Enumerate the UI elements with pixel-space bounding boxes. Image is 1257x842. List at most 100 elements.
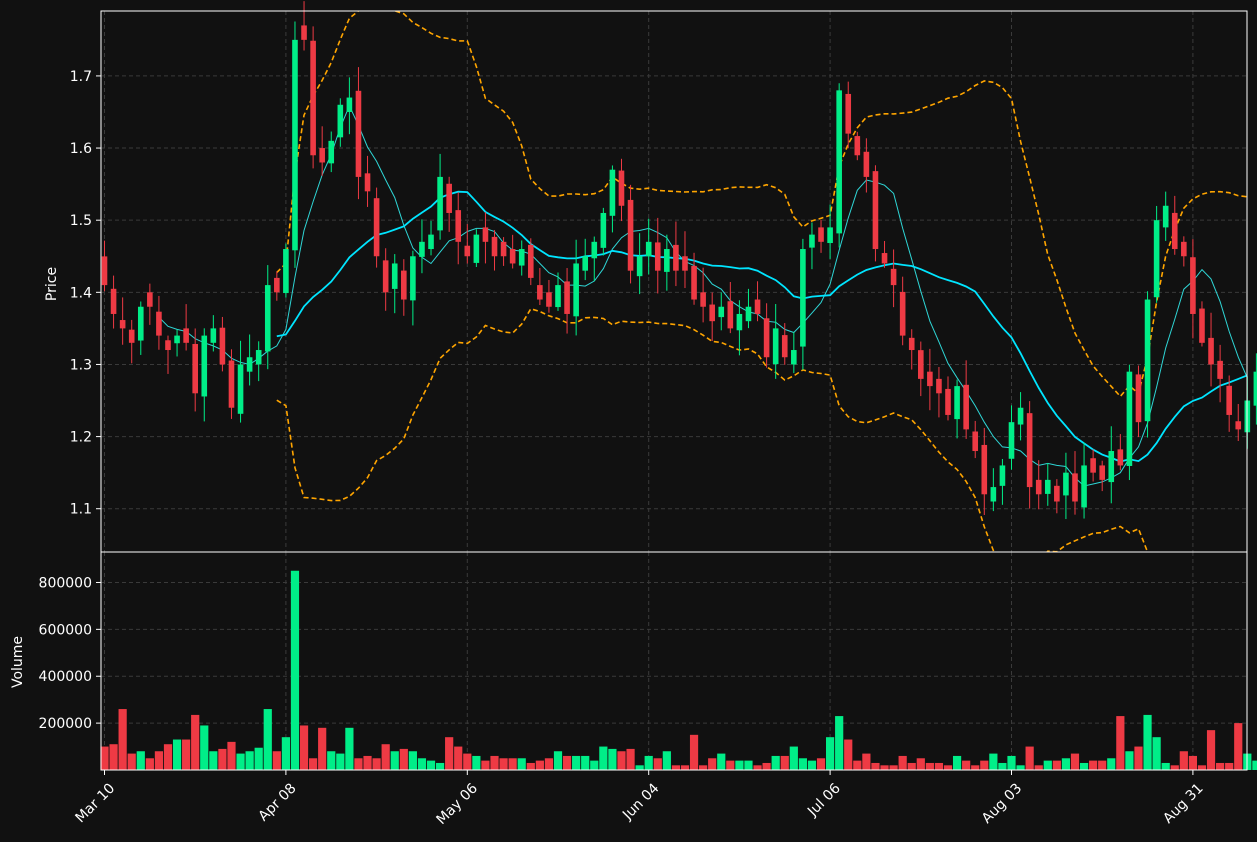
candle-body: [482, 227, 489, 242]
candle-body: [1162, 205, 1169, 228]
volume-bar: [1025, 746, 1034, 770]
volume-bar: [1152, 737, 1161, 770]
volume-bar: [336, 753, 345, 770]
candle-body: [564, 281, 570, 314]
candle-body: [1171, 212, 1178, 250]
candle-body: [636, 256, 643, 277]
volume-bar: [1170, 765, 1179, 770]
volume-bar: [408, 751, 417, 770]
candle-body: [301, 25, 307, 40]
candle-body: [274, 277, 280, 293]
volume-bar: [807, 760, 817, 770]
volume-bar: [1134, 746, 1143, 770]
volume-axis-label: Volume: [10, 636, 26, 688]
volume-bar: [1179, 751, 1188, 770]
volume-bar: [952, 755, 962, 770]
candle-body: [845, 93, 852, 134]
volume-bar: [934, 762, 944, 770]
volume-bar: [290, 570, 300, 770]
candle-body: [673, 244, 679, 271]
volume-bar: [871, 762, 880, 770]
volume-bar: [689, 734, 699, 770]
volume-bar: [417, 758, 427, 770]
candle-body: [446, 183, 452, 213]
candle-body: [800, 249, 806, 347]
volume-bar: [907, 762, 916, 770]
volume-bar: [717, 753, 726, 770]
volume-bar: [1079, 762, 1089, 770]
candle-body: [228, 360, 235, 408]
volume-bar: [708, 758, 717, 770]
volume-bar: [481, 760, 490, 770]
candle-body: [727, 301, 734, 329]
price-tick-label: 1.1: [70, 502, 92, 518]
candle-body: [128, 329, 135, 343]
candle-body: [1044, 479, 1051, 494]
candle-body: [1090, 458, 1096, 473]
candle-body: [464, 245, 471, 257]
volume-tick-label: 400000: [39, 669, 92, 685]
volume-bar: [318, 727, 327, 770]
volume-bar: [608, 748, 617, 770]
volume-bar: [263, 709, 272, 770]
volume-bar: [1043, 760, 1052, 770]
candle-body: [1035, 479, 1042, 495]
candle-body: [237, 364, 244, 414]
candle-body: [691, 265, 697, 300]
price-axis-label: Price: [44, 267, 60, 301]
volume-bar: [1116, 716, 1125, 770]
volume-bar: [399, 748, 408, 770]
volume-bar: [218, 748, 227, 770]
candle-body: [292, 39, 298, 251]
candle-body: [872, 171, 879, 250]
candle-body: [156, 311, 162, 336]
volume-bar: [1143, 714, 1152, 770]
volume-bar: [390, 751, 399, 770]
volume-tick-label: 200000: [39, 716, 92, 732]
volume-bar: [354, 758, 363, 770]
chart-background: [0, 0, 1257, 842]
candle-body: [863, 151, 870, 177]
volume-bar: [490, 755, 499, 770]
volume-bar: [989, 753, 998, 770]
volume-bar: [789, 746, 798, 770]
candle-body: [763, 318, 770, 358]
candle-body: [1153, 220, 1160, 298]
volume-bar: [309, 758, 318, 770]
candle-body: [791, 350, 797, 365]
price-tick-label: 1.3: [70, 357, 92, 373]
candle-body: [1199, 308, 1205, 343]
volume-bar: [281, 737, 290, 770]
volume-bar: [762, 762, 771, 770]
candle-body: [419, 241, 425, 257]
candle-body: [1253, 371, 1257, 406]
candle-body: [455, 210, 462, 242]
volume-bar: [100, 746, 109, 770]
candle-body: [772, 328, 779, 365]
volume-bar: [227, 741, 236, 770]
volume-bar: [236, 753, 245, 770]
candle-body: [664, 249, 670, 272]
candle-body: [346, 97, 353, 112]
candle-body: [1081, 465, 1087, 508]
volume-bar: [508, 758, 517, 770]
candle-body: [1126, 371, 1133, 466]
volume-bar: [172, 739, 182, 770]
volume-bar: [109, 744, 118, 770]
volume-bar: [581, 755, 590, 770]
volume-bar: [816, 758, 826, 770]
candle-body: [1054, 485, 1060, 502]
candle-body: [355, 90, 362, 177]
candle-body: [754, 299, 761, 314]
volume-bar: [599, 746, 608, 770]
volume-bar: [372, 758, 381, 770]
volume-bar: [880, 765, 889, 770]
candle-body: [210, 328, 217, 343]
volume-bar: [771, 755, 780, 770]
candle-body: [373, 198, 380, 257]
volume-bar: [209, 751, 218, 770]
volume-bar: [916, 758, 925, 770]
candle-body: [264, 285, 271, 352]
volume-bar: [145, 758, 154, 770]
candle-body: [310, 40, 316, 156]
